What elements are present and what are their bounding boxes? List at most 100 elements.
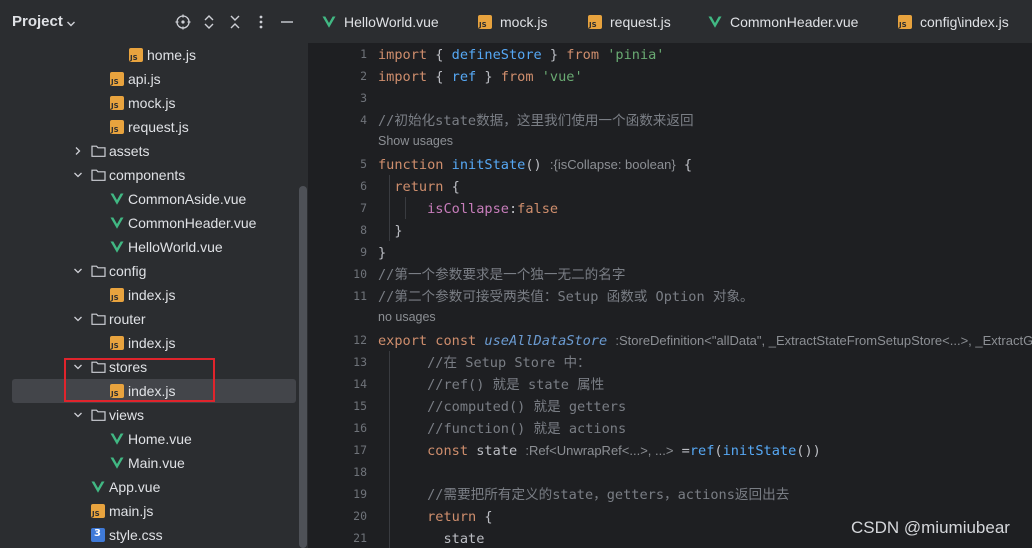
- vue-file-icon: [322, 15, 336, 29]
- code-token: ref: [689, 443, 715, 459]
- tab-commonheader-vue[interactable]: CommonHeader.vue: [708, 0, 858, 44]
- code-line[interactable]: return {: [378, 506, 492, 528]
- tree-file[interactable]: JS index.js: [0, 379, 296, 403]
- tree-scrollbar[interactable]: [299, 186, 307, 548]
- folder-icon: [91, 408, 106, 422]
- code-line[interactable]: }: [378, 242, 386, 264]
- tree-folder-router[interactable]: router: [0, 307, 296, 331]
- code-token: }: [378, 245, 387, 261]
- project-title[interactable]: Project: [12, 13, 63, 30]
- code-line[interactable]: }: [378, 220, 402, 242]
- chevron-right-icon[interactable]: [72, 145, 84, 157]
- code-line[interactable]: state: [378, 528, 484, 548]
- code-token: //第一个参数要求是一个独一无二的名字: [378, 267, 626, 283]
- tree-file[interactable]: JS index.js: [0, 283, 296, 307]
- code-token: from: [566, 47, 600, 63]
- tree-item-label: router: [109, 311, 146, 327]
- tree-file[interactable]: JS api.js: [0, 67, 296, 91]
- line-number: 17: [353, 443, 367, 457]
- tree-file[interactable]: JS request.js: [0, 115, 296, 139]
- code-line[interactable]: import { ref } from 'vue': [378, 66, 583, 88]
- tree-file[interactable]: Home.vue: [0, 427, 296, 451]
- code-line[interactable]: //初始化state数据，这里我们使用一个函数来返回: [378, 110, 694, 132]
- code-line[interactable]: //ref() 就是 state 属性: [378, 374, 604, 396]
- code-vision-hint[interactable]: no usages: [378, 310, 436, 324]
- tree-file[interactable]: CommonHeader.vue: [0, 211, 296, 235]
- tree-file[interactable]: Main.vue: [0, 451, 296, 475]
- tree-file[interactable]: App.vue: [0, 475, 296, 499]
- project-header: Project: [0, 0, 308, 44]
- tree-item-label: CommonAside.vue: [128, 191, 247, 207]
- code-line[interactable]: function initState() :{isCollapse: boole…: [378, 154, 692, 176]
- chevron-down-icon[interactable]: [66, 16, 76, 34]
- code-line[interactable]: const state :Ref<UnwrapRef<...>, ...> =r…: [378, 440, 821, 462]
- tree-file[interactable]: CommonAside.vue: [0, 187, 296, 211]
- tree-folder-assets[interactable]: assets: [0, 139, 296, 163]
- code-line[interactable]: //第二个参数可接受两类值：Setup 函数或 Option 对象。: [378, 286, 754, 308]
- code-token: return: [394, 179, 444, 195]
- line-number: 15: [353, 399, 367, 413]
- code-token: 'pinia': [607, 47, 665, 63]
- code-line[interactable]: //需要把所有定义的state，getters，actions返回出去: [378, 484, 789, 506]
- tree-file[interactable]: JS main.js: [0, 499, 296, 523]
- code-vision-hint[interactable]: Show usages: [378, 134, 453, 148]
- chevron-down-icon[interactable]: [72, 361, 84, 373]
- tab-helloworld-vue[interactable]: HelloWorld.vue: [322, 0, 439, 44]
- tree-folder-config[interactable]: config: [0, 259, 296, 283]
- code-token: =: [673, 443, 690, 459]
- tree-file[interactable]: HelloWorld.vue: [0, 235, 296, 259]
- code-editor[interactable]: 1 2 3 4 5 6 7 8 9 10 11 12 13 14 15 16 17 18 19 20 21 import…: [308, 44, 1032, 548]
- code-line[interactable]: isCollapse:false: [378, 198, 558, 220]
- code-token: {: [443, 179, 460, 195]
- code-line[interactable]: return {: [378, 176, 460, 198]
- tree-folder-components[interactable]: components: [0, 163, 296, 187]
- tab-mock-js[interactable]: JS mock.js: [478, 0, 547, 44]
- minimize-icon[interactable]: [277, 12, 297, 32]
- tree-file[interactable]: JS mock.js: [0, 91, 296, 115]
- line-number: 4: [360, 113, 367, 127]
- code-line[interactable]: //第一个参数要求是一个独一无二的名字: [378, 264, 625, 286]
- watermark: CSDN @miumiubear: [851, 518, 1010, 537]
- tree-file[interactable]: JS index.js: [0, 331, 296, 355]
- tree-folder-views[interactable]: views: [0, 403, 296, 427]
- js-file-icon: JS: [91, 504, 105, 518]
- code-line[interactable]: //computed() 就是 getters: [378, 396, 626, 418]
- more-options-icon[interactable]: [251, 12, 271, 32]
- tree-file[interactable]: JS home.js: [0, 43, 296, 67]
- crosshair-icon[interactable]: [173, 12, 193, 32]
- js-file-icon: JS: [110, 120, 124, 134]
- expand-collapse-icon[interactable]: [199, 12, 219, 32]
- code-line[interactable]: import { defineStore } from 'pinia': [378, 44, 665, 66]
- tree-item-label: request.js: [128, 119, 189, 135]
- tab-label: CommonHeader.vue: [730, 14, 859, 30]
- code-line[interactable]: //function() 就是 actions: [378, 418, 626, 440]
- code-line[interactable]: export const useAllDataStore :StoreDefin…: [378, 330, 1032, 352]
- tree-file[interactable]: 3 style.css: [0, 523, 296, 547]
- line-number: 16: [353, 421, 367, 435]
- line-number: 5: [360, 157, 367, 171]
- code-token: }: [476, 69, 501, 85]
- tree-item-label: mock.js: [128, 95, 176, 111]
- code-token: defineStore: [451, 47, 542, 63]
- chevron-down-icon[interactable]: [72, 313, 84, 325]
- tree-folder-stores[interactable]: stores: [0, 355, 296, 379]
- chevron-down-icon[interactable]: [72, 409, 84, 421]
- chevron-down-icon[interactable]: [72, 169, 84, 181]
- folder-icon: [91, 144, 106, 158]
- tab-config-index-js[interactable]: JS config\index.js: [898, 0, 1009, 44]
- inlay-type-hint: :{isCollapse: boolean}: [549, 157, 676, 172]
- code-token: state: [378, 531, 485, 547]
- chevron-down-icon[interactable]: [72, 265, 84, 277]
- vue-file-icon: [110, 456, 124, 470]
- line-number: 7: [360, 201, 367, 215]
- collapse-all-icon[interactable]: [225, 12, 245, 32]
- code-line[interactable]: //在 Setup Store 中：: [378, 352, 591, 374]
- tab-request-js[interactable]: JS request.js: [588, 0, 671, 44]
- js-file-icon: JS: [110, 96, 124, 110]
